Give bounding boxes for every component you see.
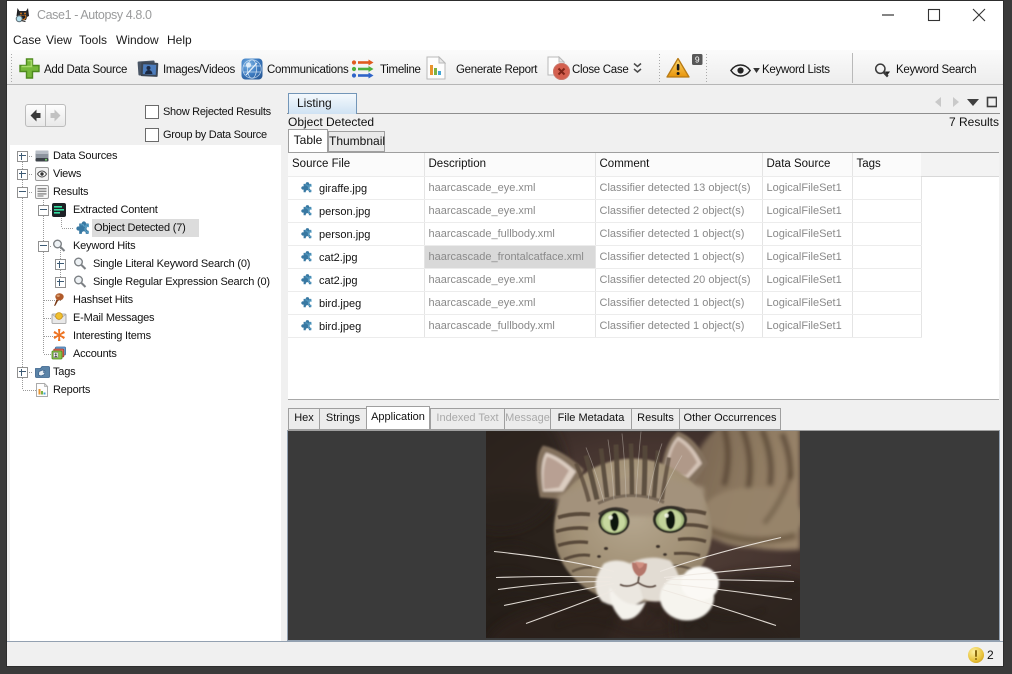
svg-text:9: 9 (695, 55, 700, 65)
